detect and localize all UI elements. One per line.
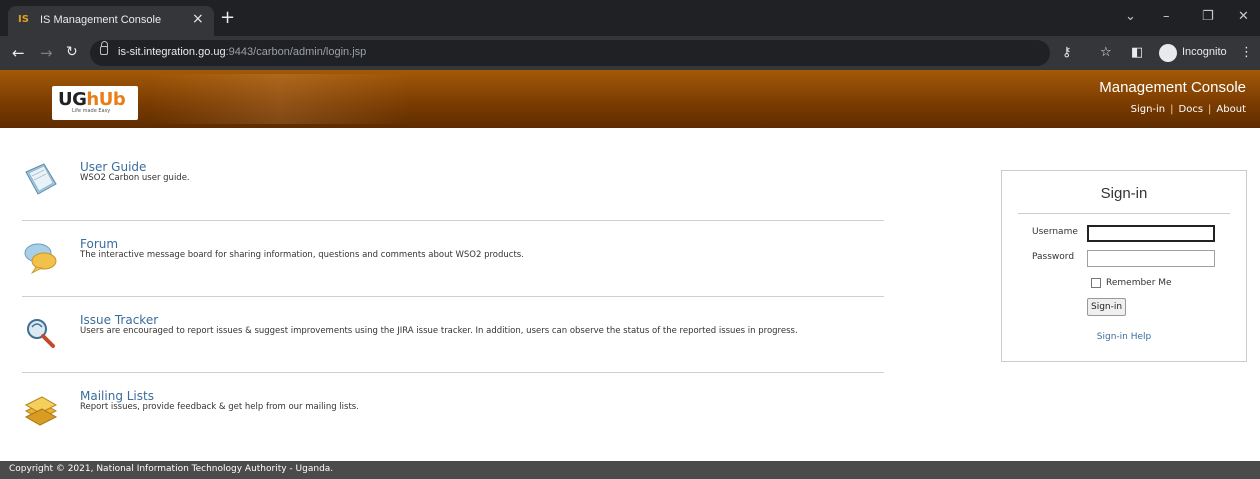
- mailing-lists-description: Report issues, provide feedback & get he…: [80, 402, 359, 412]
- browser-tab[interactable]: IS IS Management Console ×: [8, 6, 214, 36]
- incognito-icon[interactable]: [1159, 44, 1177, 62]
- page-header: UGhUb Life made Easy Management Console …: [0, 70, 1260, 128]
- divider: [1018, 213, 1230, 214]
- header-docs-link[interactable]: Docs: [1179, 104, 1204, 115]
- header-signin-link[interactable]: Sign-in: [1131, 104, 1166, 115]
- signin-panel: Sign-in Username Password Remember Me Si…: [1001, 170, 1247, 362]
- header-links: Sign-in | Docs | About: [1130, 104, 1246, 115]
- header-decoration: [150, 74, 410, 124]
- bookmark-star-icon[interactable]: ☆: [1100, 45, 1112, 60]
- minimize-icon[interactable]: –: [1163, 9, 1170, 24]
- divider: [22, 372, 884, 373]
- lock-icon: [100, 41, 108, 55]
- username-input[interactable]: [1087, 225, 1215, 242]
- divider: [22, 220, 884, 221]
- incognito-label: Incognito: [1182, 46, 1227, 58]
- logo-tagline: Life made Easy: [72, 108, 111, 114]
- user-guide-description: WSO2 Carbon user guide.: [80, 173, 190, 183]
- resource-item-issue-tracker: Issue Tracker Users are encouraged to re…: [22, 313, 884, 357]
- menu-kebab-icon[interactable]: ⋮: [1240, 45, 1253, 60]
- forward-arrow-icon[interactable]: →: [40, 44, 53, 62]
- mailing-list-envelopes-icon: [24, 396, 58, 426]
- signin-button[interactable]: Sign-in: [1087, 298, 1127, 316]
- side-panel-icon[interactable]: ◧: [1131, 45, 1143, 60]
- divider: [22, 296, 884, 297]
- issue-tracker-magnifier-icon: [27, 319, 55, 348]
- forum-chat-bubbles-icon: [24, 243, 57, 275]
- user-guide-link[interactable]: User Guide: [80, 160, 146, 174]
- signin-title: Sign-in: [1100, 185, 1148, 202]
- tab-search-chevron-icon[interactable]: ⌄: [1125, 9, 1136, 24]
- restore-icon[interactable]: ❐: [1202, 9, 1214, 24]
- browser-toolbar: ← → ↻ is-sit.integration.go.ug:9443/carb…: [0, 36, 1260, 70]
- page-title: Management Console: [1099, 79, 1246, 96]
- browser-tab-bar: IS IS Management Console × + ⌄ – ❐ ✕: [0, 0, 1260, 36]
- password-input[interactable]: [1087, 250, 1215, 267]
- reload-icon[interactable]: ↻: [66, 44, 78, 60]
- key-icon[interactable]: ⚷: [1062, 45, 1072, 60]
- signin-help-link[interactable]: Sign-in Help: [1002, 332, 1246, 342]
- tab-close-icon[interactable]: ×: [192, 11, 204, 27]
- address-bar[interactable]: is-sit.integration.go.ug:9443/carbon/adm…: [90, 40, 1050, 66]
- remember-me-label: Remember Me: [1106, 278, 1172, 288]
- resource-item-user-guide: User Guide WSO2 Carbon user guide.: [22, 160, 884, 204]
- header-about-link[interactable]: About: [1216, 104, 1246, 115]
- remember-me-checkbox[interactable]: [1091, 278, 1101, 288]
- mailing-lists-link[interactable]: Mailing Lists: [80, 389, 154, 403]
- forum-link[interactable]: Forum: [80, 237, 118, 251]
- page-footer: Copyright © 2021, National Information T…: [0, 461, 1260, 479]
- resource-item-mailing-lists: Mailing Lists Report issues, provide fee…: [22, 389, 884, 433]
- issue-tracker-description: Users are encouraged to report issues & …: [80, 326, 798, 336]
- forum-description: The interactive message board for sharin…: [80, 250, 524, 260]
- new-tab-icon[interactable]: +: [220, 7, 235, 28]
- username-label: Username: [1032, 227, 1078, 237]
- ughub-logo[interactable]: UGhUb Life made Easy: [52, 86, 138, 120]
- resource-item-forum: Forum The interactive message board for …: [22, 237, 884, 281]
- copyright-text: Copyright © 2021, National Information T…: [9, 464, 334, 474]
- password-label: Password: [1032, 252, 1075, 262]
- tab-title: IS Management Console: [40, 14, 162, 26]
- tab-favicon-icon: IS: [18, 14, 29, 25]
- url-text[interactable]: is-sit.integration.go.ug:9443/carbon/adm…: [118, 46, 366, 58]
- back-arrow-icon[interactable]: ←: [12, 44, 25, 62]
- close-window-icon[interactable]: ✕: [1238, 9, 1249, 24]
- user-guide-book-icon: [25, 163, 57, 195]
- issue-tracker-link[interactable]: Issue Tracker: [80, 313, 158, 327]
